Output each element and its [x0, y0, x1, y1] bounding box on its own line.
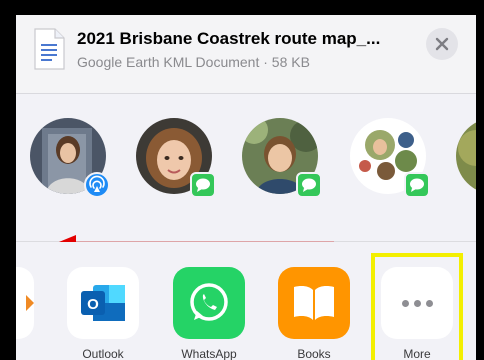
people-row: [16, 94, 476, 253]
group-contact[interactable]: [350, 118, 430, 198]
whatsapp-icon: [173, 267, 245, 339]
file-subtitle: Google Earth KML Document · 58 KB: [77, 54, 310, 70]
share-header: 2021 Brisbane Coastrek route map_... Goo…: [16, 15, 476, 94]
messages-icon: [296, 172, 322, 198]
svg-text:O: O: [87, 296, 99, 313]
app-whatsapp[interactable]: WhatsApp: [171, 267, 247, 360]
app-label: Books: [297, 347, 331, 360]
apps-row: O Outlook WhatsApp Books More: [16, 242, 476, 360]
document-icon: [34, 28, 65, 70]
avatar: [456, 118, 476, 194]
close-button[interactable]: [426, 28, 458, 60]
annotation-highlight-box: [371, 253, 463, 360]
app-label: WhatsApp: [181, 347, 237, 360]
books-icon: [278, 267, 350, 339]
close-icon: [435, 37, 449, 51]
person-contact-2[interactable]: [136, 118, 216, 198]
messages-icon: [404, 172, 430, 198]
app-outlook[interactable]: O Outlook: [65, 267, 141, 360]
outlook-icon: O: [67, 267, 139, 339]
person-contact-3[interactable]: [242, 118, 322, 198]
share-sheet: 2021 Brisbane Coastrek route map_... Goo…: [16, 15, 476, 360]
app-books[interactable]: Books: [276, 267, 352, 360]
messages-icon: [190, 172, 216, 198]
airdrop-icon: [84, 172, 110, 198]
person-contact-5[interactable]: [456, 118, 476, 194]
partial-app-icon: [16, 267, 34, 339]
file-title: 2021 Brisbane Coastrek route map_...: [77, 29, 381, 48]
app-label: Outlook: [82, 347, 124, 360]
app-partial[interactable]: [16, 267, 36, 339]
person-contact-1[interactable]: [30, 118, 110, 198]
